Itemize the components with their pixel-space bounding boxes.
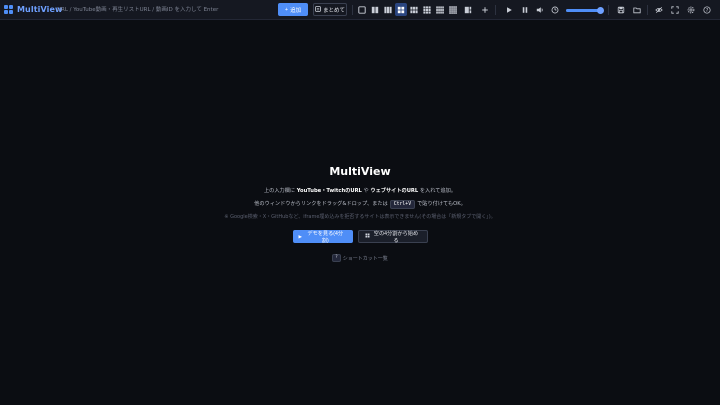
- welcome-panel: MultiView 上の入力欄に YouTube・TwitchのURL や ウェ…: [0, 165, 720, 262]
- instruction-text: を入れて追加。: [418, 188, 457, 194]
- demo-button[interactable]: ▶ デモを見る(4分割): [292, 230, 353, 244]
- folder-icon[interactable]: [631, 3, 643, 16]
- play-icon: ▶: [298, 233, 302, 239]
- instruction-line-1: 上の入力欄に YouTube・TwitchのURL や ウェブサイトのURL を…: [0, 188, 720, 195]
- instruction-line-2: 他のウィンドウからリンクをドラッグ&ドロップ、または Ctrl+V で貼り付けてもO…: [0, 200, 720, 209]
- main-area: MultiView 上の入力欄に YouTube・TwitchのURL や ウェ…: [0, 21, 720, 405]
- play-icon[interactable]: [503, 3, 515, 16]
- paste-shortcut-key: Ctrl+V: [389, 200, 416, 209]
- layout-4-icon[interactable]: [395, 3, 407, 16]
- batch-icon: [315, 5, 321, 14]
- volume-fill: [566, 9, 601, 12]
- layout-1-icon[interactable]: [356, 3, 368, 16]
- layout-2-icon[interactable]: [369, 3, 381, 16]
- volume-slider[interactable]: [566, 7, 605, 14]
- instruction-highlight: ウェブサイトのURL: [370, 188, 419, 194]
- instruction-text: 上の入力欄に: [263, 188, 297, 194]
- fullscreen-icon[interactable]: [669, 3, 681, 16]
- layout-3-icon[interactable]: [382, 3, 394, 16]
- save-icon[interactable]: [615, 3, 627, 16]
- hide-icon[interactable]: [653, 3, 665, 16]
- custom-layout-icon[interactable]: [462, 3, 474, 16]
- layout-6-icon[interactable]: [408, 3, 420, 16]
- toolbar: MultiView + 追加 まとめて: [0, 0, 720, 20]
- empty-grid-label: 空の4分割から始める: [373, 230, 419, 244]
- plus-icon: +: [284, 6, 289, 13]
- add-button-label: 追加: [290, 7, 302, 14]
- welcome-actions: ▶ デモを見る(4分割) 空の4分割から始める: [0, 230, 720, 244]
- instruction-text: 他のウィンドウからリンクをドラッグ&ドロップ、または: [254, 201, 388, 207]
- grid-icon: [365, 233, 370, 240]
- batch-add-label: まとめて: [322, 7, 345, 14]
- shortcut-list-link[interactable]: ? ショートカット一覧: [332, 254, 388, 262]
- settings-icon[interactable]: [685, 3, 697, 16]
- iframe-note: ※ Google検索・X・GitHubなど、iframe埋め込みを拒否するサイト…: [224, 214, 496, 220]
- toolbar-divider: [608, 5, 609, 15]
- empty-grid-button[interactable]: 空の4分割から始める: [357, 230, 428, 244]
- layout-12-icon[interactable]: [434, 3, 446, 16]
- volume-icon[interactable]: [534, 3, 546, 16]
- instruction-highlight: YouTube・TwitchのURL: [296, 188, 362, 194]
- shortcut-list-label: ショートカット一覧: [342, 255, 388, 262]
- instruction-text: で貼り付けてもOK。: [417, 201, 466, 207]
- timer-icon[interactable]: [549, 3, 561, 16]
- volume-thumb[interactable]: [597, 7, 605, 14]
- toolbar-divider: [352, 5, 353, 15]
- toolbar-divider: [495, 5, 496, 15]
- add-slot-icon[interactable]: [479, 3, 491, 16]
- pause-icon[interactable]: [519, 3, 531, 16]
- batch-add-button[interactable]: まとめて: [313, 3, 347, 16]
- shortcut-key-badge: ?: [332, 254, 341, 262]
- layout-16-icon[interactable]: [447, 3, 459, 16]
- add-button[interactable]: + 追加: [278, 3, 308, 16]
- toolbar-divider: [647, 5, 648, 15]
- help-icon[interactable]: ?: [701, 3, 713, 16]
- welcome-title: MultiView: [329, 165, 391, 178]
- url-input[interactable]: [53, 3, 273, 16]
- grid-logo-icon: [4, 5, 13, 14]
- layout-9-icon[interactable]: [421, 3, 433, 16]
- demo-button-label: デモを見る(4分割): [307, 230, 344, 244]
